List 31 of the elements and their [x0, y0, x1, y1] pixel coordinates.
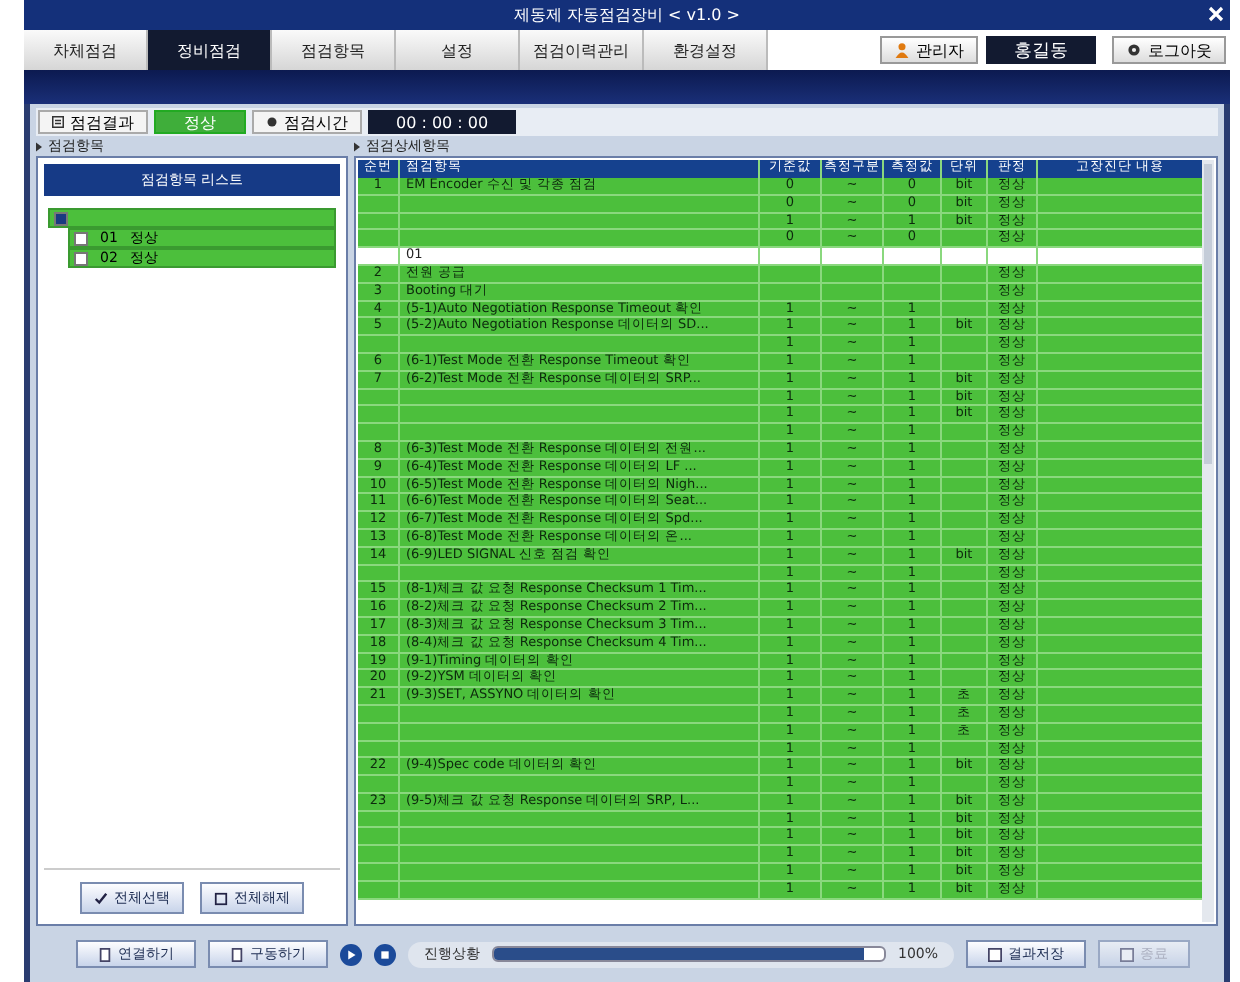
document-icon: [98, 947, 112, 961]
user-name: 홍길동: [986, 36, 1096, 64]
admin-button[interactable]: 관리자: [880, 36, 978, 64]
triangle-icon: [354, 141, 360, 151]
checkbox[interactable]: [54, 211, 68, 225]
checkmark-icon: [94, 891, 108, 905]
close-icon[interactable]: [1208, 6, 1224, 22]
tab[interactable]: 점검항목: [272, 30, 396, 70]
tab[interactable]: 차체점검: [24, 30, 148, 70]
person-icon: [894, 42, 910, 58]
list-icon: [52, 116, 64, 128]
gear-icon: [1126, 42, 1142, 58]
result-label: 점검결과: [38, 110, 148, 134]
checkbox[interactable]: [74, 231, 88, 245]
tab[interactable]: 정비점검: [148, 30, 272, 70]
window-title: 제동제 자동점검장비 < v1.0 >: [513, 4, 741, 26]
tab[interactable]: 점검이력관리: [520, 30, 644, 70]
checkbox[interactable]: [74, 251, 88, 265]
stop-icon[interactable]: [374, 943, 396, 965]
logout-button[interactable]: 로그아웃: [1112, 36, 1226, 64]
play-icon[interactable]: [340, 943, 362, 965]
clock-icon: [266, 116, 278, 128]
time-value: 00 : 00 : 00: [368, 110, 517, 134]
square-icon: [214, 891, 228, 905]
tab[interactable]: 설정: [396, 30, 520, 70]
scrollbar[interactable]: [1202, 160, 1214, 922]
time-label: 점검시간: [252, 110, 362, 134]
document-icon: [230, 947, 244, 961]
tab[interactable]: 환경설정: [644, 30, 768, 70]
triangle-icon: [36, 141, 42, 151]
result-value: 정상: [154, 110, 246, 134]
